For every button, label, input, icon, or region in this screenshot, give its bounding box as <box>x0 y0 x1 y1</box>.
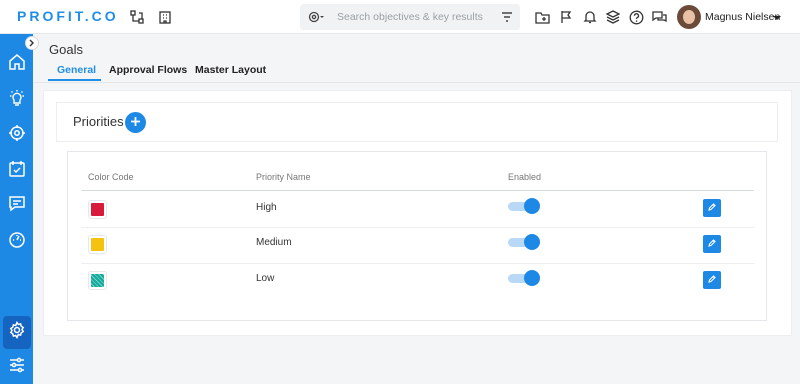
pencil-icon <box>707 235 717 253</box>
enabled-toggle-high[interactable] <box>508 198 540 214</box>
sidebar-item-home[interactable] <box>0 48 33 81</box>
tab-master-layout[interactable]: Master Layout <box>195 64 266 76</box>
row-divider <box>81 227 754 228</box>
add-priority-button[interactable] <box>125 112 146 133</box>
user-name[interactable]: Magnus Nielsen <box>705 11 780 23</box>
sidebar-item-ideas[interactable] <box>0 84 33 117</box>
color-swatch-high[interactable] <box>88 200 107 219</box>
priorities-header-card <box>56 102 778 142</box>
column-header-priority-name: Priority Name <box>256 172 311 182</box>
row-divider <box>81 263 754 264</box>
lightbulb-icon <box>8 89 26 112</box>
color-swatch-low[interactable] <box>88 271 107 290</box>
target-icon <box>8 124 26 147</box>
section-title: Priorities <box>73 114 124 129</box>
edit-button-low[interactable] <box>703 271 721 289</box>
priority-name-medium: Medium <box>256 237 292 248</box>
pencil-icon <box>707 271 717 289</box>
sliders-icon <box>8 356 26 379</box>
sidebar-item-objectives[interactable] <box>0 119 33 152</box>
flag-icon[interactable] <box>558 9 574 25</box>
priorities-table <box>67 151 767 321</box>
settings-icon <box>8 320 26 344</box>
enabled-toggle-low[interactable] <box>508 270 540 286</box>
enabled-toggle-medium[interactable] <box>508 234 540 250</box>
caret-down-icon[interactable] <box>773 10 781 26</box>
table-header-divider <box>81 190 754 191</box>
sidebar-item-settings[interactable] <box>3 316 31 349</box>
target-dropdown-icon[interactable] <box>308 9 324 25</box>
tabs-divider <box>33 82 800 83</box>
layers-icon[interactable] <box>605 9 621 25</box>
search-input[interactable]: Search objectives & key results <box>337 11 483 23</box>
edit-button-medium[interactable] <box>703 235 721 253</box>
column-header-color-code: Color Code <box>88 172 134 182</box>
sidebar <box>0 34 33 384</box>
tab-general[interactable]: General <box>57 64 96 76</box>
filter-icon[interactable] <box>499 9 515 25</box>
plus-icon <box>130 114 141 132</box>
tab-approval-flows[interactable]: Approval Flows <box>109 64 187 76</box>
search-box[interactable]: Search objectives & key results <box>300 4 520 30</box>
folder-icon[interactable] <box>534 9 550 25</box>
top-header: PROFIT.CO Search objectives & key result… <box>0 0 800 34</box>
priority-name-high: High <box>256 202 277 213</box>
avatar[interactable] <box>677 5 701 29</box>
home-icon <box>8 53 26 76</box>
pencil-icon <box>707 199 717 217</box>
dashboard-icon <box>8 231 26 254</box>
checklist-icon <box>8 160 26 183</box>
help-icon[interactable] <box>628 9 644 25</box>
column-header-enabled: Enabled <box>508 172 542 182</box>
active-tab-indicator <box>48 79 101 81</box>
bell-icon[interactable] <box>582 9 598 25</box>
page-title: Goals <box>49 42 83 57</box>
edit-button-high[interactable] <box>703 199 721 217</box>
sidebar-item-dashboard[interactable] <box>0 226 33 259</box>
sidebar-item-preferences[interactable] <box>0 351 33 384</box>
color-swatch-medium[interactable] <box>88 235 107 254</box>
sidebar-collapse-button[interactable] <box>25 36 39 50</box>
org-chart-icon[interactable] <box>129 9 145 25</box>
building-icon[interactable] <box>157 9 173 25</box>
app-logo[interactable]: PROFIT.CO <box>17 8 119 24</box>
sidebar-item-tasks[interactable] <box>0 155 33 188</box>
chat-icon[interactable] <box>651 9 667 25</box>
chevron-right-icon <box>29 34 35 52</box>
message-icon <box>8 195 26 218</box>
priority-name-low: Low <box>256 273 275 284</box>
sidebar-item-messages[interactable] <box>0 190 33 223</box>
